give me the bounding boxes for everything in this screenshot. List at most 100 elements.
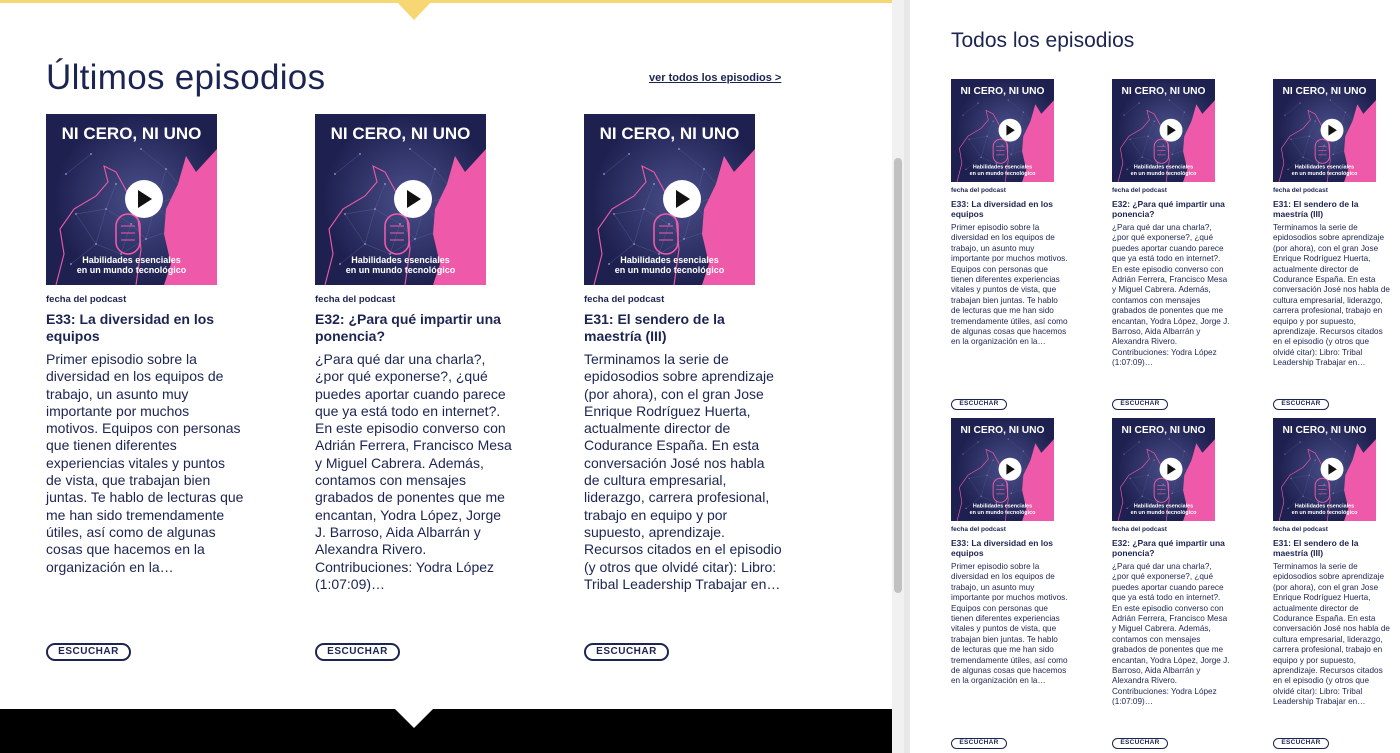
vertical-scrollbar[interactable] (892, 0, 904, 753)
svg-text:en un mundo tecnológico: en un mundo tecnológico (970, 510, 1036, 516)
svg-text:NI CERO, NI UNO: NI CERO, NI UNO (960, 425, 1044, 436)
play-icon (1320, 457, 1344, 481)
episode-cover-image[interactable]: NI CERO, NI UNO Habilidades esenciales e… (951, 79, 1054, 182)
all-episodes-heading: Todos los episodios (951, 29, 1135, 52)
svg-text:NI CERO, NI UNO: NI CERO, NI UNO (1282, 425, 1366, 436)
play-icon (125, 180, 163, 218)
play-icon (1159, 457, 1183, 481)
episode-date: fecha del podcast (1112, 526, 1167, 533)
episode-cover-image[interactable]: NI CERO, NI UNO Habilidades esenciales e… (46, 114, 217, 285)
svg-text:en un mundo tecnológico: en un mundo tecnológico (1292, 171, 1358, 177)
episode-title[interactable]: E31: El sendero de la maestría (III) (584, 311, 774, 345)
episode-description: Terminamos la serie de epidosodios sobre… (1273, 562, 1390, 707)
listen-button[interactable]: ESCUCHAR (315, 643, 400, 661)
episode-cover-image[interactable]: NI CERO, NI UNO Habilidades esenciales e… (1273, 79, 1376, 182)
play-icon (998, 118, 1022, 142)
episode-title[interactable]: E33: La diversidad en los equipos (951, 538, 1069, 558)
episode-card: NI CERO, NI UNO Habilidades esenciales e… (1112, 79, 1234, 369)
episode-card: NI CERO, NI UNO Habilidades esenciales e… (951, 79, 1073, 348)
episode-cover-image[interactable]: NI CERO, NI UNO Habilidades esenciales e… (1112, 418, 1215, 521)
episode-card: NI CERO, NI UNO Habilidades esenciales e… (951, 418, 1073, 687)
listen-button[interactable]: ESCUCHAR (951, 399, 1007, 410)
svg-text:NI CERO, NI UNO: NI CERO, NI UNO (62, 124, 202, 143)
page-footer (0, 709, 892, 753)
listen-button[interactable]: ESCUCHAR (1273, 399, 1329, 410)
play-icon (1320, 118, 1344, 142)
play-icon (663, 180, 701, 218)
episode-title[interactable]: E33: La diversidad en los equipos (46, 311, 236, 345)
svg-text:en un mundo tecnológico: en un mundo tecnológico (346, 265, 456, 275)
svg-text:en un mundo tecnológico: en un mundo tecnológico (1292, 510, 1358, 516)
listen-button[interactable]: ESCUCHAR (1112, 399, 1168, 410)
scrollbar-thumb[interactable] (894, 158, 902, 593)
svg-text:Habilidades esenciales: Habilidades esenciales (82, 255, 181, 265)
episode-date: fecha del podcast (951, 526, 1006, 533)
episode-title[interactable]: E31: El sendero de la maestría (III) (1273, 199, 1391, 219)
episode-cover-image[interactable]: NI CERO, NI UNO Habilidades esenciales e… (1112, 79, 1215, 182)
listen-button[interactable]: ESCUCHAR (1112, 738, 1168, 749)
episode-description: ¿Para qué dar una charla?, ¿por qué expo… (1112, 223, 1230, 368)
episode-date: fecha del podcast (951, 187, 1006, 194)
listen-button[interactable]: ESCUCHAR (951, 738, 1007, 749)
episode-cover-image[interactable]: NI CERO, NI UNO Habilidades esenciales e… (315, 114, 486, 285)
svg-text:en un mundo tecnológico: en un mundo tecnológico (970, 171, 1036, 177)
see-all-episodes-link[interactable]: ver todos los episodios > (649, 72, 781, 84)
svg-text:Habilidades esenciales: Habilidades esenciales (973, 504, 1032, 510)
listen-button[interactable]: ESCUCHAR (1273, 738, 1329, 749)
episode-cover-image[interactable]: NI CERO, NI UNO Habilidades esenciales e… (951, 418, 1054, 521)
episode-date: fecha del podcast (1112, 187, 1167, 194)
episode-card: NI CERO, NI UNO Habilidades esenciales e… (1273, 418, 1395, 708)
episode-description: Primer episodio sobre la diversidad en l… (951, 223, 1068, 347)
top-notch-decoration (395, 0, 433, 20)
episode-cover-image[interactable]: NI CERO, NI UNO Habilidades esenciales e… (584, 114, 755, 285)
svg-text:Habilidades esenciales: Habilidades esenciales (1134, 504, 1193, 510)
episode-date: fecha del podcast (315, 294, 396, 305)
top-accent-bar (0, 0, 892, 3)
episode-description: ¿Para qué dar una charla?, ¿por qué expo… (315, 351, 512, 592)
episode-title[interactable]: E32: ¿Para qué impartir una ponencia? (1112, 199, 1230, 219)
episode-date: fecha del podcast (584, 294, 665, 305)
episode-description: Primer episodio sobre la diversidad en l… (951, 562, 1068, 686)
svg-text:NI CERO, NI UNO: NI CERO, NI UNO (600, 124, 740, 143)
svg-text:NI CERO, NI UNO: NI CERO, NI UNO (1282, 86, 1366, 97)
svg-text:en un mundo tecnológico: en un mundo tecnológico (1131, 510, 1197, 516)
episode-description: ¿Para qué dar una charla?, ¿por qué expo… (1112, 562, 1230, 707)
svg-text:Habilidades esenciales: Habilidades esenciales (1295, 165, 1354, 171)
episode-cover-image[interactable]: NI CERO, NI UNO Habilidades esenciales e… (1273, 418, 1376, 521)
episode-date: fecha del podcast (1273, 187, 1328, 194)
svg-text:Habilidades esenciales: Habilidades esenciales (351, 255, 450, 265)
svg-text:en un mundo tecnológico: en un mundo tecnológico (615, 265, 725, 275)
listen-button[interactable]: ESCUCHAR (584, 643, 669, 661)
svg-text:en un mundo tecnológico: en un mundo tecnológico (77, 265, 187, 275)
svg-text:en un mundo tecnológico: en un mundo tecnológico (1131, 171, 1197, 177)
episode-description: Terminamos la serie de epidosodios sobre… (584, 351, 782, 592)
svg-text:Habilidades esenciales: Habilidades esenciales (1295, 504, 1354, 510)
latest-episodes-heading: Últimos episodios (46, 58, 326, 97)
episode-card: NI CERO, NI UNO Habilidades esenciales e… (584, 114, 784, 593)
episode-date: fecha del podcast (46, 294, 127, 305)
episode-card: NI CERO, NI UNO Habilidades esenciales e… (1112, 418, 1234, 708)
svg-text:NI CERO, NI UNO: NI CERO, NI UNO (960, 86, 1044, 97)
episode-card: NI CERO, NI UNO Habilidades esenciales e… (315, 114, 515, 593)
play-icon (998, 457, 1022, 481)
all-episodes-pane: Todos los episodios NI CERO, NI UNO Habi… (910, 0, 1400, 753)
episode-title[interactable]: E32: ¿Para qué impartir una ponencia? (315, 311, 505, 345)
footer-notch-decoration (395, 709, 433, 728)
episode-title[interactable]: E31: El sendero de la maestría (III) (1273, 538, 1391, 558)
listen-button[interactable]: ESCUCHAR (46, 643, 131, 661)
episode-title[interactable]: E32: ¿Para qué impartir una ponencia? (1112, 538, 1230, 558)
episode-card: NI CERO, NI UNO Habilidades esenciales e… (1273, 79, 1395, 369)
svg-text:NI CERO, NI UNO: NI CERO, NI UNO (1121, 86, 1205, 97)
svg-text:NI CERO, NI UNO: NI CERO, NI UNO (1121, 425, 1205, 436)
episode-description: Primer episodio sobre la diversidad en l… (46, 351, 244, 575)
play-icon (1159, 118, 1183, 142)
episode-title[interactable]: E33: La diversidad en los equipos (951, 199, 1069, 219)
episode-card: NI CERO, NI UNO Habilidades esenciales e… (46, 114, 246, 576)
svg-text:Habilidades esenciales: Habilidades esenciales (620, 255, 719, 265)
svg-text:Habilidades esenciales: Habilidades esenciales (973, 165, 1032, 171)
play-icon (394, 180, 432, 218)
episode-date: fecha del podcast (1273, 526, 1328, 533)
svg-text:NI CERO, NI UNO: NI CERO, NI UNO (331, 124, 471, 143)
latest-episodes-pane: Últimos episodios ver todos los episodio… (0, 0, 892, 753)
svg-text:Habilidades esenciales: Habilidades esenciales (1134, 165, 1193, 171)
